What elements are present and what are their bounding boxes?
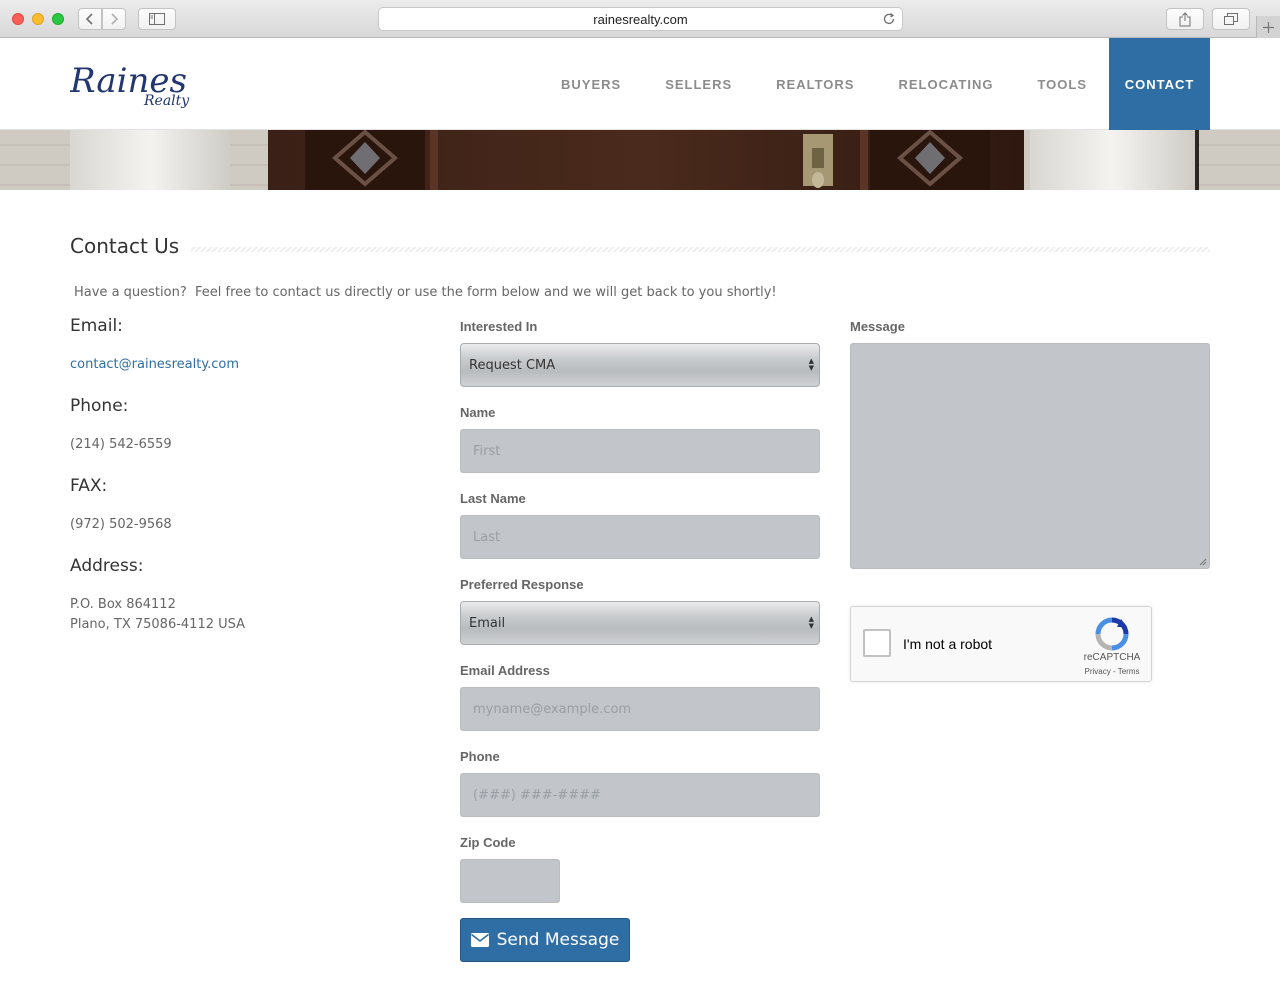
front-door-image: [0, 130, 1280, 190]
zoom-window-button[interactable]: [52, 13, 64, 25]
send-message-button[interactable]: Send Message: [460, 918, 630, 962]
nav-item-tools[interactable]: TOOLS: [1015, 38, 1109, 130]
hero-banner-image: [0, 130, 1280, 190]
interested-in-label: Interested In: [460, 319, 538, 334]
sidebar-icon: [149, 13, 165, 25]
address-line-1: P.O. Box 864112: [70, 597, 176, 612]
sidebar-toggle-button[interactable]: [138, 8, 176, 30]
share-button[interactable]: [1166, 8, 1204, 30]
interested-in-value: Request CMA: [469, 357, 556, 373]
recaptcha-widget: I'm not a robot reCAPTCHA Privacy - Term…: [850, 606, 1152, 682]
zip-code-label: Zip Code: [460, 835, 516, 850]
minimize-window-button[interactable]: [32, 13, 44, 25]
last-name-label: Last Name: [460, 491, 526, 506]
recaptcha-logo-icon: [1095, 617, 1129, 651]
fax-number: (972) 502-9568: [70, 517, 172, 532]
show-tabs-button[interactable]: [1212, 8, 1250, 30]
new-tab-button[interactable]: [1256, 16, 1280, 38]
nav-item-relocating[interactable]: RELOCATING: [876, 38, 1015, 130]
recaptcha-label: I'm not a robot: [903, 636, 993, 652]
email-heading: Email:: [70, 316, 123, 336]
recaptcha-terms-link[interactable]: Privacy - Terms: [1073, 667, 1151, 676]
last-name-input[interactable]: [460, 515, 820, 559]
address-line-2: Plano, TX 75086-4112 USA: [70, 617, 246, 632]
close-window-button[interactable]: [12, 13, 24, 25]
back-button[interactable]: [78, 8, 102, 30]
tabs-icon: [1224, 13, 1238, 25]
page-title: Contact Us: [70, 234, 192, 258]
title-divider: [182, 247, 1210, 252]
address-heading: Address:: [70, 556, 144, 576]
nav-item-realtors[interactable]: REALTORS: [754, 38, 876, 130]
phone-number: (214) 542-6559: [70, 437, 172, 452]
phone-label: Phone: [460, 749, 500, 764]
zip-code-input[interactable]: [460, 859, 560, 903]
logo-sub-text: Realty: [143, 93, 190, 109]
email-link[interactable]: contact@rainesrealty.com: [70, 355, 239, 375]
nav-item-sellers[interactable]: SELLERS: [643, 38, 754, 130]
select-arrows-icon: ▲ ▼: [808, 615, 814, 630]
envelope-icon: [470, 933, 489, 947]
preferred-response-value: Email: [469, 615, 506, 631]
main-content: Contact Us Have a question? Feel free to…: [70, 190, 1210, 987]
site-header: Raines Realty BUYERS SELLERS REALTORS RE…: [0, 38, 1280, 130]
url-text: rainesrealty.com: [593, 12, 688, 27]
preferred-response-label: Preferred Response: [460, 577, 584, 592]
forward-button[interactable]: [102, 8, 126, 30]
select-arrows-icon: ▲ ▼: [808, 357, 814, 372]
browser-toolbar: rainesrealty.com: [0, 0, 1280, 38]
preferred-response-select[interactable]: Email ▲ ▼: [460, 601, 820, 645]
raines-realty-logo[interactable]: Raines Realty: [70, 62, 210, 112]
chevron-right-icon: [111, 13, 118, 25]
address-bar[interactable]: rainesrealty.com: [378, 7, 903, 31]
first-name-input[interactable]: [460, 429, 820, 473]
reload-icon[interactable]: [882, 12, 896, 26]
message-textarea[interactable]: [850, 343, 1210, 569]
main-nav: BUYERS SELLERS REALTORS RELOCATING TOOLS…: [539, 38, 1210, 130]
phone-input[interactable]: [460, 773, 820, 817]
recaptcha-checkbox[interactable]: [863, 629, 891, 657]
nav-item-buyers[interactable]: BUYERS: [539, 38, 643, 130]
nav-item-contact[interactable]: CONTACT: [1109, 38, 1210, 130]
message-label: Message: [850, 319, 905, 334]
email-address-label: Email Address: [460, 663, 550, 678]
intro-text: Have a question? Feel free to contact us…: [74, 285, 777, 300]
recaptcha-brand: reCAPTCHA: [1083, 652, 1141, 663]
email-address-input[interactable]: [460, 687, 820, 731]
share-icon: [1179, 11, 1191, 26]
phone-heading: Phone:: [70, 396, 129, 416]
send-message-label: Send Message: [496, 930, 620, 950]
fax-heading: FAX:: [70, 476, 108, 496]
interested-in-select[interactable]: Request CMA ▲ ▼: [460, 343, 820, 387]
chevron-left-icon: [86, 13, 93, 25]
plus-icon: [1263, 21, 1274, 33]
resize-handle-icon[interactable]: [1199, 558, 1207, 566]
name-label: Name: [460, 405, 496, 420]
